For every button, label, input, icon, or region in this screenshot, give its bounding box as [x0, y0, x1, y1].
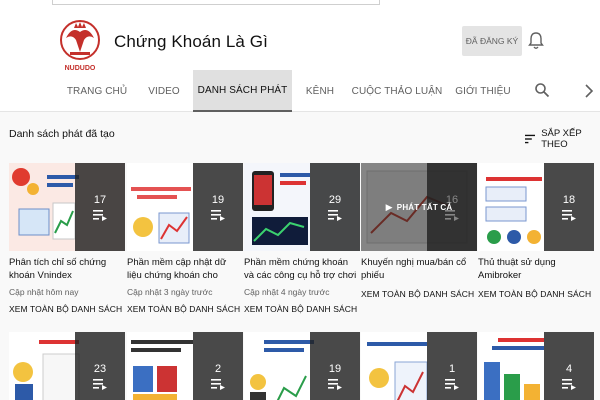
view-full-playlist-link[interactable]: XEM TOÀN BỘ DANH SÁCH — [9, 304, 125, 314]
tab-channels[interactable]: KÊNH — [292, 70, 348, 112]
playlist-icon — [328, 378, 342, 390]
video-count-overlay: 2 — [193, 332, 243, 400]
tab-discussion[interactable]: CUỘC THẢO LUẬN — [350, 70, 444, 112]
view-full-playlist-link[interactable]: XEM TOÀN BỘ DANH SÁCH — [244, 304, 360, 314]
playlist-thumbnail[interactable]: 4 — [478, 332, 594, 400]
video-count: 19 — [328, 362, 342, 375]
playlist-icon — [93, 378, 107, 390]
playlist-title[interactable]: Phần mềm chứng khoán và các công cụ hỗ t… — [244, 257, 360, 282]
video-count-overlay: 19 — [193, 163, 243, 251]
playlist-card[interactable]: 17 Phân tích chỉ số chứng khoán Vnindex … — [9, 163, 125, 314]
sort-button[interactable]: SẮP XẾP THEO — [525, 128, 600, 150]
video-count-overlay: 17 — [75, 163, 125, 251]
tab-playlists[interactable]: DANH SÁCH PHÁT — [193, 70, 292, 112]
playlist-card[interactable]: 4 — [478, 332, 594, 400]
video-count: 1 — [448, 362, 456, 375]
playlist-thumbnail[interactable]: 2 — [127, 332, 243, 400]
bell-icon[interactable] — [528, 32, 544, 50]
channel-name: Chứng Khoán Là Gì — [114, 32, 268, 51]
tab-about[interactable]: GIỚI THIỆU — [446, 70, 520, 112]
video-count: 4 — [565, 362, 573, 375]
playlist-icon — [93, 209, 107, 221]
playlist-icon — [211, 209, 225, 221]
search-box[interactable] — [52, 0, 380, 5]
playlist-icon — [328, 209, 342, 221]
playlist-icon — [562, 378, 576, 390]
playlist-title[interactable]: Phân tích chỉ số chứng khoán Vnindex — [9, 257, 125, 282]
subscribed-button[interactable]: ĐÃ ĐĂNG KÝ — [462, 26, 522, 56]
playlist-card[interactable]: 19 Phần mềm cập nhật dữ liệu chứng khoán… — [127, 163, 243, 314]
playlist-card[interactable]: 16 ▶ PHÁT TẤT CẢ Khuyến nghị mua/bán cổ … — [361, 163, 477, 299]
tab-videos[interactable]: VIDEO — [134, 70, 194, 112]
tab-home[interactable]: TRANG CHỦ — [60, 70, 134, 112]
search-icon[interactable] — [534, 82, 550, 98]
section-title: Danh sách phát đã tạo — [9, 128, 115, 140]
video-count: 29 — [328, 193, 342, 206]
video-count-overlay: 29 — [310, 163, 360, 251]
video-count: 19 — [211, 193, 225, 206]
video-count-overlay: 4 — [544, 332, 594, 400]
playlist-card[interactable]: 18 Thủ thuật sử dụng Amibroker XEM TOÀN … — [478, 163, 594, 299]
channel-logo[interactable]: NUDUDO — [58, 18, 102, 78]
video-count: 17 — [93, 193, 107, 206]
playlist-card[interactable]: 23 — [9, 332, 125, 400]
chevron-right-icon[interactable] — [582, 83, 596, 99]
view-full-playlist-link[interactable]: XEM TOÀN BỘ DANH SÁCH — [127, 304, 243, 314]
playlist-card[interactable]: 19 — [244, 332, 360, 400]
playlist-card[interactable]: 2 — [127, 332, 243, 400]
view-full-playlist-link[interactable]: XEM TOÀN BỘ DANH SÁCH — [478, 289, 594, 299]
channel-tabs: TRANG CHỦ VIDEO DANH SÁCH PHÁT KÊNH CUỘC… — [0, 70, 600, 112]
playlist-card[interactable]: 29 Phần mềm chứng khoán và các công cụ h… — [244, 163, 360, 314]
playlist-thumbnail[interactable]: 17 — [9, 163, 125, 251]
playlist-updated: Cập nhật hôm nay — [9, 287, 79, 297]
video-count-overlay: 19 — [310, 332, 360, 400]
view-full-playlist-link[interactable]: XEM TOÀN BỘ DANH SÁCH — [361, 289, 477, 299]
play-all-label: PHÁT TẤT CẢ — [396, 202, 453, 212]
playlist-thumbnail[interactable]: 29 — [244, 163, 360, 251]
video-count-overlay: 18 — [544, 163, 594, 251]
channel-header: NUDUDO Chứng Khoán Là Gì ĐÃ ĐĂNG KÝ TRAN… — [0, 6, 600, 112]
sort-label: SẮP XẾP THEO — [541, 128, 582, 150]
playlist-updated: Cập nhật 4 ngày trước — [244, 287, 330, 297]
video-count-overlay: 1 — [427, 332, 477, 400]
playlist-icon — [445, 378, 459, 390]
playlist-thumbnail[interactable]: 18 — [478, 163, 594, 251]
playlist-thumbnail[interactable]: 16 ▶ PHÁT TẤT CẢ — [361, 163, 477, 251]
play-icon: ▶ — [385, 201, 393, 212]
playlist-icon — [562, 209, 576, 221]
video-count: 18 — [562, 193, 576, 206]
playlist-updated: Cập nhật 3 ngày trước — [127, 287, 213, 297]
playlist-card[interactable]: 1 — [361, 332, 477, 400]
playlist-thumbnail[interactable]: 19 — [127, 163, 243, 251]
playlist-icon — [211, 378, 225, 390]
playlist-thumbnail[interactable]: 1 — [361, 332, 477, 400]
video-count-overlay: 23 — [75, 332, 125, 400]
playlist-title[interactable]: Khuyến nghị mua/bán cổ phiếu — [361, 257, 477, 282]
playlist-thumbnail[interactable]: 19 — [244, 332, 360, 400]
playlist-thumbnail[interactable]: 23 — [9, 332, 125, 400]
playlist-title[interactable]: Thủ thuật sử dụng Amibroker — [478, 257, 594, 282]
playlist-title[interactable]: Phần mềm cập nhật dữ liệu chứng khoán ch… — [127, 257, 243, 282]
sort-icon — [525, 134, 536, 144]
video-count: 2 — [214, 362, 222, 375]
video-count: 23 — [93, 362, 107, 375]
play-all-button[interactable]: ▶ PHÁT TẤT CẢ — [361, 163, 477, 251]
